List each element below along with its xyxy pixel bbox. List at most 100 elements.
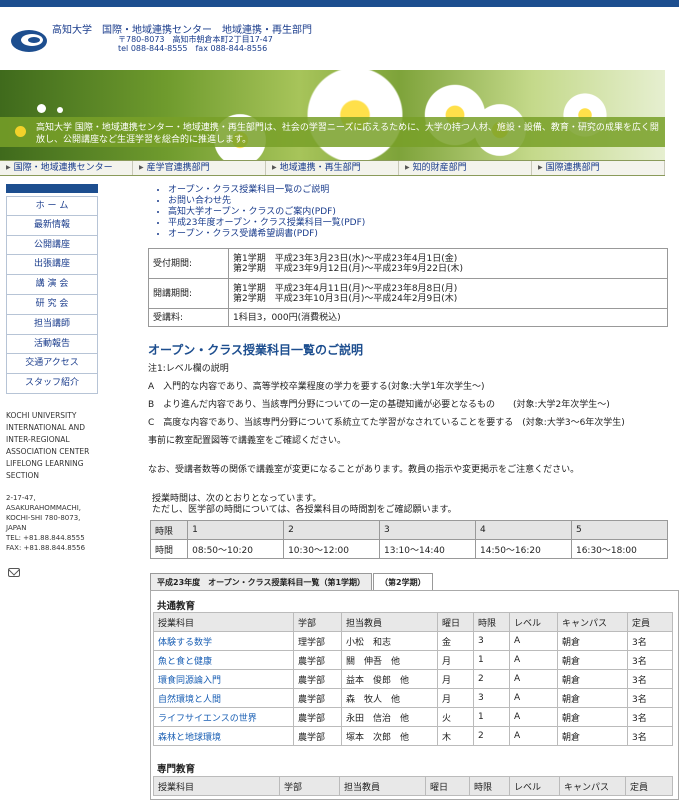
- link-item: オープン・クラス授業科目一覧のご説明: [168, 185, 365, 196]
- column-header: キャンパス: [557, 612, 628, 632]
- course-link[interactable]: 自然環境と人間: [158, 695, 221, 705]
- table-cell: 塚本 次郎 他: [341, 726, 438, 746]
- table-cell: 月: [437, 688, 474, 708]
- link-course-list-pdf[interactable]: 平成23年度オープン・クラス授業科目一覧(PDF): [168, 218, 365, 228]
- table-row: 時限 1 2 3 4 5: [149, 520, 669, 540]
- column-header: 授業科目: [153, 612, 294, 632]
- column-header: 授業科目: [153, 776, 280, 796]
- nav-item[interactable]: 産学官連携部門: [133, 161, 266, 175]
- course-name-cell: 自然環境と人間: [153, 688, 294, 708]
- decor-dot: [37, 104, 46, 113]
- level-notes: 注1:レベル欄の説明 A 入門的な内容であり、高等学校卒業程度の学力を要する(対…: [148, 364, 625, 446]
- nav-item[interactable]: 知的財産部門: [399, 161, 532, 175]
- link-openclass-guide-pdf[interactable]: 高知大学オープン・クラスのご案内(PDF): [168, 207, 336, 217]
- link-item: オープン・クラス受講希望調書(PDF): [168, 229, 365, 240]
- period-header: 時限: [149, 520, 189, 540]
- column-header: 曜日: [437, 612, 474, 632]
- table-cell: 小松 和志: [341, 631, 438, 651]
- link-application-form-pdf[interactable]: オープン・クラス受講希望調書(PDF): [168, 229, 318, 239]
- course-name-cell: 体験する数学: [153, 631, 294, 651]
- link-contact[interactable]: お問い合わせ先: [168, 196, 231, 206]
- table-row: 時間 08:50～10:20 10:30～12:00 13:10～14:40 1…: [149, 539, 669, 559]
- sidebar-item-news[interactable]: 最新情報: [6, 215, 98, 236]
- course-name-cell: 森林と地球環境: [153, 726, 294, 746]
- table-cell: 3名: [627, 631, 673, 651]
- category-title-common: 共通教育: [157, 601, 196, 612]
- sidebar-item-outreach[interactable]: 出張講座: [6, 255, 98, 276]
- table-cell: 永田 信治 他: [341, 707, 438, 727]
- info-label: 受講料:: [148, 308, 229, 327]
- column-header: 担当教員: [339, 776, 426, 796]
- schedule-info-table: 受付期間: 第1学期 平成23年3月23日(水)～平成23年4月1日(金) 第2学…: [148, 248, 668, 327]
- table-cell: A: [509, 631, 558, 651]
- mail-icon[interactable]: [8, 568, 20, 577]
- sidebar-menu: ホ ー ム 最新情報 公開講座 出張講座 講 演 会 研 究 会 担当講師 活動…: [6, 196, 98, 394]
- tab-semester-2[interactable]: （第2学期）: [373, 573, 433, 590]
- column-header: レベル: [509, 612, 558, 632]
- tab-semester-1[interactable]: 平成23年度 オープン・クラス授業科目一覧（第1学期）: [150, 573, 373, 590]
- sidebar-item-public-lectures[interactable]: 公開講座: [6, 235, 98, 256]
- table-header-row: 授業科目 学部 担当教員 曜日 時限 レベル キャンパス 定員: [153, 776, 673, 796]
- nav-item[interactable]: 地域連携・再生部門: [266, 161, 399, 175]
- sidebar-item-home[interactable]: ホ ー ム: [6, 196, 98, 216]
- time-cell: 10:30～12:00: [283, 539, 381, 559]
- course-link[interactable]: 魚と食と健康: [158, 657, 212, 667]
- sidebar-item-talks[interactable]: 講 演 会: [6, 275, 98, 295]
- site-title[interactable]: 高知大学 国際・地域連携センター 地域連携・再生部門: [52, 21, 312, 36]
- table-cell: 朝倉: [557, 669, 628, 689]
- org-address-en: 2-17-47, ASAKURAHOMMACHI, KOCHI-SHI 780-…: [6, 494, 86, 552]
- table-cell: 理学部: [293, 631, 342, 651]
- course-name-cell: ライフサイエンスの世界: [153, 707, 294, 727]
- period-cell: 2: [283, 520, 381, 540]
- course-link[interactable]: 体験する数学: [158, 638, 212, 648]
- sidebar-item-reports[interactable]: 活動報告: [6, 334, 98, 355]
- table-cell: 2: [473, 726, 510, 746]
- course-link[interactable]: ライフサイエンスの世界: [158, 714, 257, 724]
- table-row: 森林と地球環境 農学部 塚本 次郎 他 木 2 A 朝倉 3名: [153, 726, 673, 746]
- class-time-note: 授業時間は、次のとおりとなっています。 ただし、医学部の時間については、各授業科…: [152, 494, 457, 515]
- table-cell: 關 伸吾 他: [341, 650, 438, 670]
- course-link[interactable]: 森林と地球環境: [158, 733, 221, 743]
- column-header: 学部: [293, 612, 342, 632]
- link-item: お問い合わせ先: [168, 196, 365, 207]
- table-row: 受付期間: 第1学期 平成23年3月23日(水)～平成23年4月1日(金) 第2学…: [148, 248, 668, 279]
- org-name-en: KOCHI UNIVERSITY INTERNATIONAL AND INTER…: [6, 411, 90, 480]
- semester-tabs: 平成23年度 オープン・クラス授業科目一覧（第1学期） （第2学期）: [150, 573, 434, 590]
- table-cell: 朝倉: [557, 631, 628, 651]
- info-value: 第1学期 平成23年3月23日(水)～平成23年4月1日(金) 第2学期 平成23…: [228, 248, 668, 279]
- table-cell: 朝倉: [557, 688, 628, 708]
- nav-item[interactable]: 国際連携部門: [532, 161, 665, 175]
- nav-item[interactable]: 国際・地域連携センター: [0, 161, 133, 175]
- period-cell: 3: [379, 520, 476, 540]
- info-value: 第1学期 平成23年4月11日(月)～平成23年8月8日(月) 第2学期 平成23…: [228, 278, 668, 309]
- link-course-list-explanation[interactable]: オープン・クラス授業科目一覧のご説明: [168, 185, 329, 195]
- column-header: 学部: [279, 776, 340, 796]
- column-header: レベル: [509, 776, 560, 796]
- info-label: 受付期間:: [148, 248, 229, 279]
- period-cell: 4: [475, 520, 572, 540]
- table-cell: 朝倉: [557, 726, 628, 746]
- table-cell: 朝倉: [557, 707, 628, 727]
- sidebar-header-bar: [6, 184, 98, 193]
- table-cell: 月: [437, 650, 474, 670]
- column-header: 時限: [469, 776, 510, 796]
- table-cell: 3名: [627, 650, 673, 670]
- time-cell: 08:50～10:20: [187, 539, 285, 559]
- course-link[interactable]: 環食同源論入門: [158, 676, 221, 686]
- table-cell: A: [509, 650, 558, 670]
- sidebar-item-instructors[interactable]: 担当講師: [6, 314, 98, 335]
- sidebar-item-access[interactable]: 交通アクセス: [6, 354, 98, 375]
- table-cell: A: [509, 707, 558, 727]
- table-cell: 農学部: [293, 688, 342, 708]
- sidebar-item-study-group[interactable]: 研 究 会: [6, 294, 98, 315]
- university-logo-icon[interactable]: [10, 28, 48, 54]
- sidebar-item-staff[interactable]: スタッフ紹介: [6, 374, 98, 394]
- table-row: 自然環境と人間 農学部 森 牧人 他 月 3 A 朝倉 3名: [153, 688, 673, 708]
- table-cell: A: [509, 669, 558, 689]
- site-header: 高知大学 国際・地域連携センター 地域連携・再生部門 〒780-8073 高知市…: [0, 8, 679, 70]
- top-bar: [0, 0, 679, 7]
- table-cell: 木: [437, 726, 474, 746]
- info-value: 1科目3，000円(消費税込): [228, 308, 668, 327]
- column-header: キャンパス: [559, 776, 626, 796]
- table-row: 魚と食と健康 農学部 關 伸吾 他 月 1 A 朝倉 3名: [153, 650, 673, 670]
